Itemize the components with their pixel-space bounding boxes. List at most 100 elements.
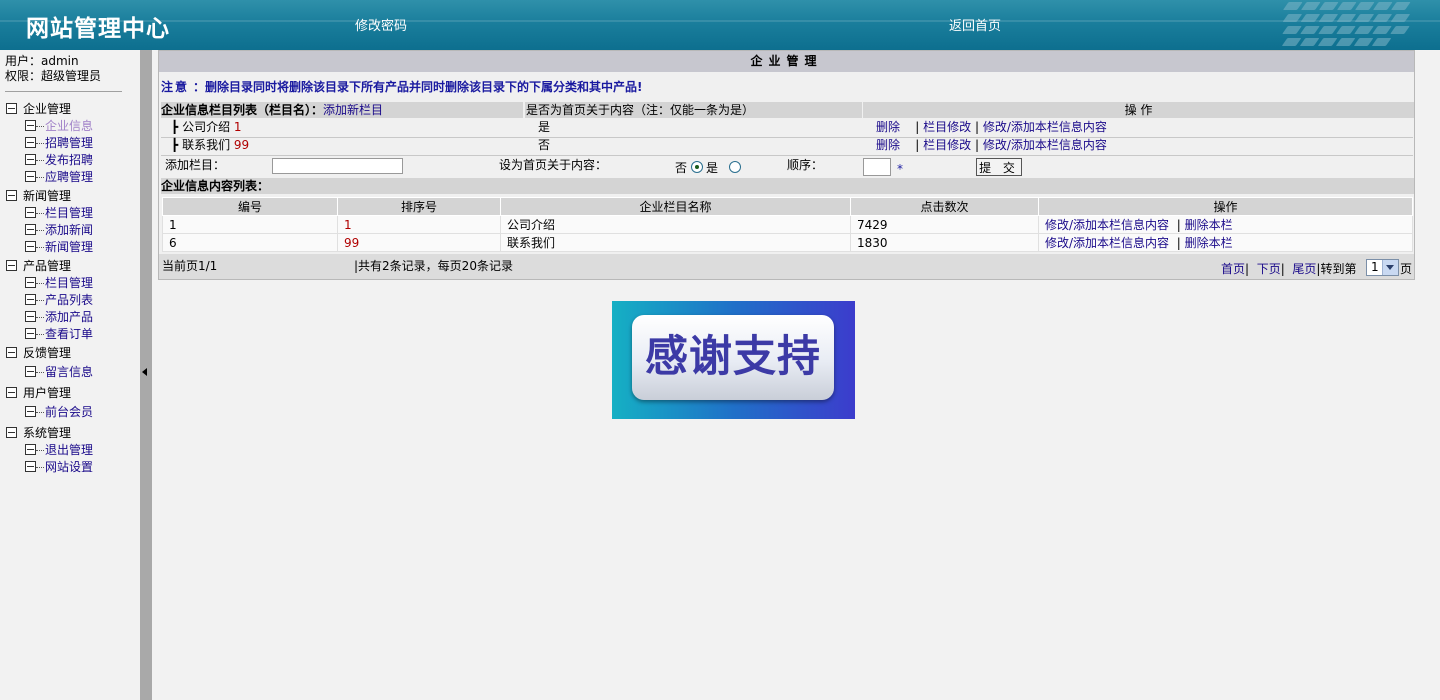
column-order: 1 — [233, 120, 242, 134]
add-column-link[interactable]: 添加新栏目 — [323, 103, 383, 117]
collapse-icon[interactable] — [6, 347, 17, 358]
tree-item-label: 退出管理 — [45, 443, 94, 457]
first-page-link[interactable]: 首页 — [1221, 262, 1245, 276]
tree-node-icon — [25, 137, 36, 148]
tree-node-icon — [25, 444, 36, 455]
goto-label: |转到第 — [1316, 262, 1357, 276]
tree-node-icon — [25, 311, 36, 322]
tree-item-add-news[interactable]: 添加新闻 — [25, 222, 93, 239]
page-select-value: 1 — [1371, 260, 1379, 274]
tree-group-feedback[interactable]: 反馈管理 — [6, 345, 71, 362]
back-home-link[interactable]: 返回首页 — [949, 15, 1001, 34]
tree-connector — [36, 372, 44, 373]
tree-group-products[interactable]: 产品管理 — [6, 258, 71, 275]
tree-branch-icon: ┣ — [171, 138, 179, 152]
thanks-banner: 感谢支持 — [612, 301, 855, 419]
tree-group-label: 企业管理 — [23, 102, 72, 116]
role-label: 权限：超级管理员 — [5, 69, 102, 83]
tree-item-applicants[interactable]: 应聘管理 — [25, 169, 93, 186]
user-info: 用户：admin 权限：超级管理员 — [5, 54, 101, 84]
tree-item-label: 网站设置 — [45, 460, 94, 474]
pager-summary: |共有2条记录，每页20条记录 — [354, 259, 513, 273]
tree-group-enterprise[interactable]: 企业管理 — [6, 101, 71, 118]
collapse-icon[interactable] — [6, 387, 17, 398]
set-home-label: 设为首页关于内容： — [499, 158, 608, 172]
edit-content-link[interactable]: 修改/添加本栏信息内容 — [983, 138, 1107, 152]
cell-ops: 修改/添加本栏信息内容 | 删除本栏 — [1038, 215, 1413, 234]
collapse-icon[interactable] — [6, 190, 17, 201]
tree-group-label: 反馈管理 — [23, 346, 72, 360]
add-column-label: 添加栏目： — [165, 158, 226, 172]
tree-node-icon — [25, 120, 36, 131]
column-order: 99 — [233, 138, 250, 152]
tree-item-post-recruit[interactable]: 发布招聘 — [25, 152, 93, 169]
tree-item-view-orders[interactable]: 查看订单 — [25, 326, 93, 343]
user-label: 用户：admin — [5, 54, 79, 68]
tree-node-icon — [25, 366, 36, 377]
last-page-link[interactable]: 尾页 — [1292, 262, 1316, 276]
sidebar: 用户：admin 权限：超级管理员 企业管理 企业信息 招聘管理 发布招聘 应聘… — [0, 50, 140, 700]
col-header-clicks: 点击数次 — [850, 197, 1039, 216]
collapse-icon[interactable] — [6, 103, 17, 114]
tree-connector — [36, 317, 44, 318]
delete-link[interactable]: 删除 — [876, 138, 900, 152]
next-page-link[interactable]: 下页 — [1257, 262, 1281, 276]
tree-item-label: 添加新闻 — [45, 223, 94, 237]
delete-link[interactable]: 删除 — [876, 120, 900, 134]
tree-item-news-columns[interactable]: 栏目管理 — [25, 205, 93, 222]
radio-yes[interactable] — [729, 161, 741, 173]
collapse-left-icon[interactable] — [142, 368, 147, 376]
collapse-icon[interactable] — [6, 260, 17, 271]
tree-item-site-settings[interactable]: 网站设置 — [25, 459, 93, 476]
tree-item-news-manage[interactable]: 新闻管理 — [25, 239, 93, 256]
delete-column-link[interactable]: 删除本栏 — [1185, 218, 1233, 232]
separator: | — [915, 120, 920, 134]
cell-name: 公司介绍 — [500, 215, 851, 234]
tree-connector — [36, 143, 44, 144]
column-name: 公司介绍 — [182, 120, 231, 134]
column-row-2-name: ┣ 联系我们 99 — [171, 137, 249, 153]
tree-node-icon — [25, 224, 36, 235]
cell-id: 1 — [162, 215, 338, 234]
delete-column-link[interactable]: 删除本栏 — [1185, 236, 1233, 250]
tree-item-recruit-manage[interactable]: 招聘管理 — [25, 135, 93, 152]
tree-group-users[interactable]: 用户管理 — [6, 385, 71, 402]
tree-item-label: 栏目管理 — [45, 276, 94, 290]
tree-item-messages[interactable]: 留言信息 — [25, 364, 93, 381]
notice-label: 注意 — [161, 80, 190, 94]
submit-button[interactable]: 提 交 — [976, 158, 1022, 176]
chevron-down-icon[interactable] — [1382, 260, 1398, 275]
edit-content-link[interactable]: 修改/添加本栏信息内容 — [983, 120, 1107, 134]
tree-item-logout[interactable]: 退出管理 — [25, 442, 93, 459]
edit-content-link[interactable]: 修改/添加本栏信息内容 — [1045, 236, 1169, 250]
radio-no[interactable] — [691, 161, 703, 173]
collapse-icon[interactable] — [6, 427, 17, 438]
tree-item-enterprise-info[interactable]: 企业信息 — [25, 118, 93, 135]
sidebar-toggle-bar[interactable] — [140, 50, 152, 700]
tree-item-members[interactable]: 前台会员 — [25, 404, 93, 421]
edit-content-link[interactable]: 修改/添加本栏信息内容 — [1045, 218, 1169, 232]
tree-item-product-columns[interactable]: 栏目管理 — [25, 275, 93, 292]
edit-column-link[interactable]: 栏目修改 — [923, 120, 971, 134]
add-column-input[interactable] — [272, 158, 403, 174]
tree-connector — [36, 213, 44, 214]
change-password-link[interactable]: 修改密码 — [355, 15, 407, 34]
order-input[interactable] — [863, 158, 891, 176]
page-select[interactable]: 1 — [1366, 259, 1399, 276]
tree-item-label: 留言信息 — [45, 365, 94, 379]
tree-group-label: 新闻管理 — [23, 189, 72, 203]
panel-title: 企业管理 — [159, 51, 1414, 72]
tree-group-system[interactable]: 系统管理 — [6, 425, 71, 442]
column-list-header-label: 企业信息栏目列表（栏目名）： — [161, 103, 324, 117]
cell-order: 1 — [337, 215, 501, 234]
cell-name: 联系我们 — [500, 233, 851, 252]
tree-item-product-list[interactable]: 产品列表 — [25, 292, 93, 309]
edit-column-link[interactable]: 栏目修改 — [923, 138, 971, 152]
tree-connector — [36, 450, 44, 451]
separator: | — [1176, 218, 1181, 232]
tree-item-label: 企业信息 — [45, 119, 94, 133]
tree-item-add-product[interactable]: 添加产品 — [25, 309, 93, 326]
tree-connector — [36, 126, 44, 127]
col-header-order: 排序号 — [337, 197, 501, 216]
tree-group-news[interactable]: 新闻管理 — [6, 188, 71, 205]
